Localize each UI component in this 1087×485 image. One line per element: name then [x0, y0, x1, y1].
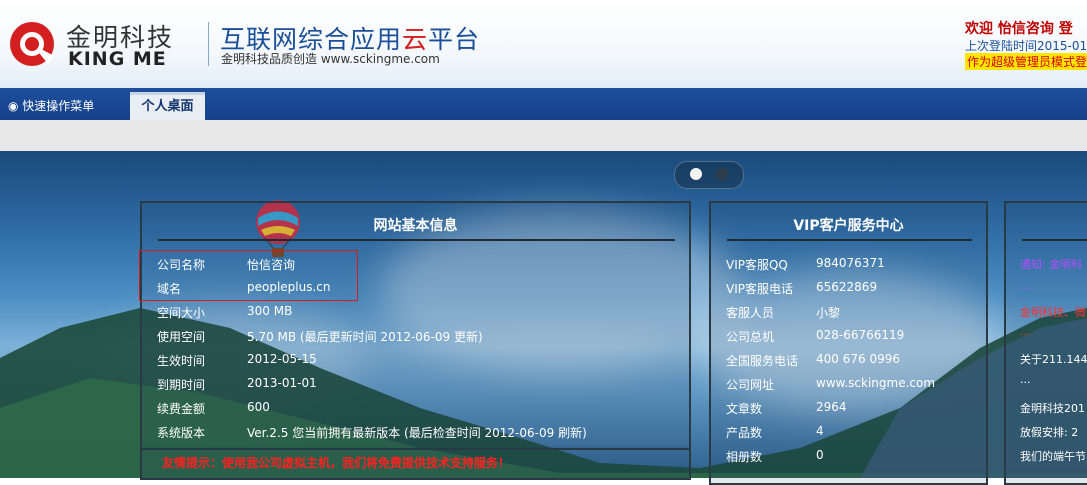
site-info-title: 网站基本信息	[373, 218, 458, 234]
site-info-row: 系统版本 Ver.2.5 您当前拥有最新版本 (最后检查时间 2012-06-09…	[157, 424, 717, 440]
logo-icon	[10, 22, 54, 66]
vip-service-label: 产品数	[726, 426, 763, 440]
vip-service-value: www.sckingme.com	[816, 376, 936, 390]
site-info-row: 生效时间 2012-05-15	[157, 352, 717, 368]
last-login-time: 上次登陆时间2015-01	[965, 39, 1087, 53]
notice-item[interactable]: ...	[1020, 373, 1031, 386]
site-info-row: 空间大小 300 MB	[157, 304, 717, 320]
notice-item[interactable]: 金明科技201	[1020, 400, 1085, 416]
vip-service-label: VIP客服电话	[726, 282, 793, 296]
site-info-label: 空间大小	[157, 306, 206, 320]
sub-slogan: 金明科技品质创造 www.sckingme.com	[221, 52, 440, 66]
site-info-label: 续费金额	[157, 402, 206, 416]
notice-item[interactable]: 金明科技、微	[1020, 304, 1086, 320]
notice-item[interactable]: 放假安排: 2	[1020, 424, 1078, 440]
vip-service-value: 65622869	[816, 280, 878, 294]
vip-service-value: 4	[816, 424, 824, 438]
vip-service-label: 公司总机	[726, 330, 775, 344]
panel-divider	[158, 239, 675, 241]
vip-service-title: VIP客户服务中心	[793, 218, 904, 234]
vip-service-label: 文章数	[726, 402, 763, 416]
site-info-value: 5.70 MB (最后更新时间 2012-06-09 更新)	[247, 330, 483, 344]
notice-item[interactable]: 通知: 金明科	[1020, 256, 1082, 272]
sub-toolbar	[0, 120, 1087, 151]
notice-item[interactable]: ...	[1020, 325, 1031, 338]
carousel-dot[interactable]	[716, 168, 728, 180]
carousel-dot-active[interactable]	[690, 168, 702, 180]
vip-service-value: 小黎	[816, 306, 841, 320]
notice-item[interactable]: ...	[1020, 279, 1031, 292]
support-tip: 友情提示：使用我公司虚拟主机，我们将免费提供技术支持服务！	[162, 456, 511, 470]
site-info-row: 到期时间 2013-01-01	[157, 376, 717, 392]
site-info-label: 系统版本	[157, 426, 206, 440]
site-info-value: 600	[247, 400, 270, 414]
carousel-indicator	[674, 161, 744, 189]
header: 金明科技 KING ME 互联网综合应用云平台 金明科技品质创造 www.sck…	[0, 0, 1087, 88]
vip-service-label: 相册数	[726, 450, 763, 464]
notice-item[interactable]: 关于211.144	[1020, 351, 1087, 367]
header-divider	[208, 22, 209, 66]
welcome-user[interactable]: 欢迎 怡信咨询 登	[965, 18, 1073, 38]
site-info-label: 到期时间	[157, 378, 206, 392]
vip-service-value: 028-66766119	[816, 328, 905, 342]
vip-service-label: 公司网址	[726, 378, 775, 392]
admin-mode-badge: 作为超级管理员模式登	[965, 53, 1087, 70]
quick-menu-toggle[interactable]: ◉ 快速操作菜单	[8, 97, 94, 114]
notice-item[interactable]: 我们的端午节	[1020, 448, 1086, 464]
site-info-value: Ver.2.5 您当前拥有最新版本 (最后检查时间 2012-06-09 刷新)	[247, 426, 587, 440]
site-info-row: 使用空间 5.70 MB (最后更新时间 2012-06-09 更新)	[157, 328, 717, 344]
vip-service-label: VIP客服QQ	[726, 258, 788, 272]
top-nav: ◉ 快速操作菜单 个人桌面	[0, 88, 1087, 120]
tab-personal-desktop[interactable]: 个人桌面	[130, 92, 205, 120]
site-info-label: 使用空间	[157, 330, 206, 344]
notice-panel	[1004, 201, 1087, 485]
vip-service-value: 2964	[816, 400, 847, 414]
site-info-row: 续费金额 600	[157, 400, 717, 416]
site-info-label: 生效时间	[157, 354, 206, 368]
vip-service-value: 984076371	[816, 256, 885, 270]
site-info-value: 2013-01-01	[247, 376, 317, 390]
panel-divider	[1022, 239, 1087, 241]
vip-service-label: 客服人员	[726, 306, 775, 320]
panel-divider	[727, 239, 972, 241]
site-info-value: 2012-05-15	[247, 352, 317, 366]
brand-name-en: KING ME	[68, 48, 167, 70]
company-highlight-box	[139, 250, 358, 301]
vip-service-label: 全国服务电话	[726, 354, 799, 368]
vip-service-value: 400 676 0996	[816, 352, 900, 366]
site-info-value: 300 MB	[247, 304, 293, 318]
vip-service-value: 0	[816, 448, 824, 462]
